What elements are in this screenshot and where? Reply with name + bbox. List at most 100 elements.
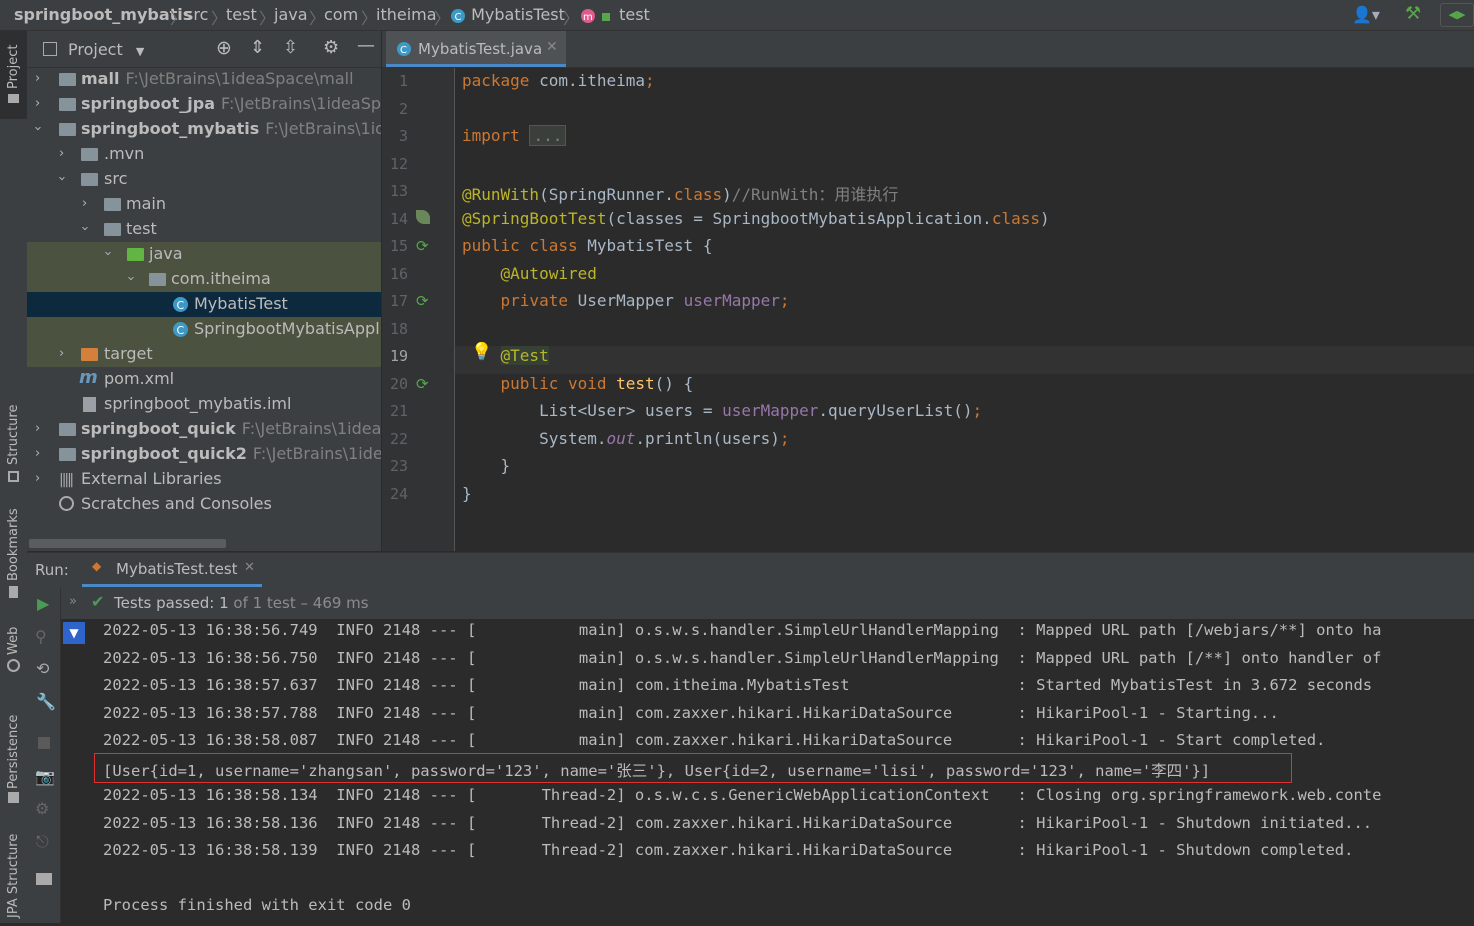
test-folder-icon	[127, 248, 144, 261]
tree-item-com-itheima[interactable]: › com.itheima	[27, 267, 381, 292]
tree-item-springboot-quick2[interactable]: › springboot_quick2 F:\JetBrains\1ideaSpa	[27, 442, 381, 467]
expand-all-icon[interactable]: ⇕	[250, 37, 265, 58]
chevron-right-icon[interactable]: ›	[35, 471, 40, 486]
chevron-right-icon[interactable]: ›	[82, 196, 87, 211]
iml-file-icon	[83, 397, 96, 412]
chevron-down-icon[interactable]: ›	[100, 251, 115, 256]
chevron-down-icon[interactable]: ›	[30, 126, 45, 131]
tab-persistence[interactable]: Persistence	[0, 699, 27, 809]
tree-item-label: SpringbootMybatisApplic	[194, 319, 381, 338]
expand-icon[interactable]: »	[69, 594, 77, 609]
tab-web-label: Web	[6, 626, 21, 655]
tree-item-iml[interactable]: springboot_mybatis.iml	[27, 392, 381, 417]
run-test-icon[interactable]: ⟳	[416, 237, 429, 255]
run-config-icon[interactable]: ◀▶	[1440, 3, 1474, 27]
autowired-bean-icon[interactable]: ⟳	[416, 292, 429, 310]
tree-item-pom-xml[interactable]: m pom.xml	[27, 367, 381, 392]
tab-bookmarks[interactable]: Bookmarks	[0, 508, 27, 609]
test-status-text: Tests passed: 1 of 1 test – 469 ms	[114, 594, 369, 612]
run-test-icon[interactable]: ⟳	[416, 375, 429, 393]
tree-item-main[interactable]: › main	[27, 192, 381, 217]
tree-item-springboot-mybatis[interactable]: › springboot_mybatis F:\JetBrains\1ideaSp	[27, 117, 381, 142]
breadcrumb-java[interactable]: java	[274, 5, 308, 24]
tab-structure[interactable]: Structure	[0, 401, 27, 491]
chevron-right-icon[interactable]: ›	[35, 421, 40, 436]
layout-icon[interactable]	[36, 873, 52, 885]
svg-text:C: C	[177, 299, 185, 312]
chevron-right-icon[interactable]: ›	[59, 146, 64, 161]
console-line: 2022-05-13 16:38:58.139 INFO 2148 --- [ …	[103, 841, 1354, 859]
svg-text:C: C	[455, 12, 462, 23]
rerun-failed-icon[interactable]: ⟲	[36, 659, 49, 678]
tree-item-target[interactable]: › target	[27, 342, 381, 367]
tree-item-mall[interactable]: › mall F:\JetBrains\1ideaSpace\mall	[27, 67, 381, 92]
close-icon[interactable]: ✕	[244, 560, 255, 575]
run-tab-mybatistest[interactable]: ◆ MybatisTest.test ✕	[82, 553, 262, 587]
chevron-down-icon[interactable]: ›	[123, 276, 138, 281]
tab-web[interactable]: Web	[0, 621, 27, 676]
tree-item-test[interactable]: › test	[27, 217, 381, 242]
tree-item-scratches[interactable]: Scratches and Consoles	[27, 492, 381, 517]
tree-item-label: src	[104, 169, 128, 188]
console-output[interactable]: 2022-05-13 16:38:56.749 INFO 2148 --- [ …	[87, 619, 1474, 923]
code-line-17: private UserMapper userMapper;	[500, 291, 790, 310]
breadcrumb-test[interactable]: test	[226, 5, 257, 24]
build-hammer-icon[interactable]: ⚒	[1405, 3, 1421, 24]
horizontal-scrollbar[interactable]	[29, 539, 226, 548]
wrench-icon[interactable]: 🔧	[36, 692, 56, 711]
chevron-right-icon[interactable]: ›	[35, 71, 40, 86]
debug-settings-icon[interactable]: ⚙	[35, 799, 49, 818]
locate-file-icon[interactable]: ⊕	[216, 37, 232, 59]
breadcrumb-method[interactable]: m test	[580, 5, 650, 24]
tab-persistence-label: Persistence	[6, 714, 21, 789]
collapse-all-icon[interactable]: ⇳	[283, 37, 298, 58]
tree-item-mybatistest[interactable]: C MybatisTest	[27, 292, 381, 317]
chevron-right-icon[interactable]: ›	[59, 346, 64, 361]
tree-item-external-libraries[interactable]: › |||‖ External Libraries	[27, 467, 381, 492]
library-icon: |||‖	[59, 472, 74, 488]
gear-icon[interactable]: ⚙	[323, 37, 339, 58]
scratches-icon	[59, 496, 74, 511]
tab-bookmarks-label: Bookmarks	[6, 508, 21, 581]
project-view-selector[interactable]: Project ▼	[68, 40, 144, 59]
tab-jpa-structure[interactable]: JPA Structure	[0, 816, 27, 926]
status-suffix: of 1 test – 469 ms	[233, 594, 369, 612]
code-line-14: @SpringBootTest(classes = SpringbootMyba…	[462, 209, 1050, 228]
breadcrumb-springboot-mybatis[interactable]: springboot_mybatis	[14, 5, 192, 24]
tree-item-label: springboot_jpa	[81, 94, 216, 113]
tree-item-java[interactable]: › java	[27, 242, 381, 267]
tab-mybatistest-java[interactable]: C MybatisTest.java ✕	[386, 31, 566, 67]
chevron-down-icon[interactable]: ›	[77, 226, 92, 231]
tree-item-path: F:\JetBrains\1ideaSp	[265, 119, 381, 138]
exit-icon[interactable]: ⎋	[36, 832, 49, 852]
chevron-down-icon[interactable]: ▼	[63, 622, 85, 644]
stop-icon[interactable]	[38, 737, 50, 749]
tree-item-mvn[interactable]: › .mvn	[27, 142, 381, 167]
tree-item-springboot-jpa[interactable]: › springboot_jpa F:\JetBrains\1ideaSpace\	[27, 92, 381, 117]
user-account-icon[interactable]: 👤▾	[1352, 5, 1380, 24]
close-icon[interactable]: ✕	[546, 39, 558, 55]
chevron-down-icon[interactable]: ›	[54, 176, 69, 181]
tree-item-label: springboot_quick	[81, 419, 236, 438]
tree-item-springboot-quick[interactable]: › springboot_quick F:\JetBrains\1ideaSpac	[27, 417, 381, 442]
tab-project[interactable]: Project	[0, 31, 27, 119]
spring-bean-icon[interactable]	[416, 210, 430, 224]
hide-panel-icon[interactable]: —	[357, 35, 375, 56]
code-editor[interactable]: package com.itheima; import ... @RunWith…	[455, 68, 1474, 551]
breadcrumb-com[interactable]: com	[324, 5, 358, 24]
line-number: 14	[389, 210, 408, 228]
run-label: Run:	[35, 561, 69, 579]
tree-item-springbootmybatisapplication[interactable]: C SpringbootMybatisApplic	[27, 317, 381, 342]
chevron-right-icon[interactable]: ›	[35, 96, 40, 111]
tree-item-src[interactable]: › src	[27, 167, 381, 192]
line-number: 13	[389, 182, 408, 200]
tree-item-label: main	[126, 194, 166, 213]
tab-label: MybatisTest.java	[418, 40, 543, 58]
breadcrumb-itheima[interactable]: itheima	[376, 5, 437, 24]
breadcrumb-src[interactable]: src	[185, 5, 208, 24]
toggle-passed-icon[interactable]: ⚲	[35, 627, 47, 646]
breadcrumb-class[interactable]: C MybatisTest	[450, 5, 565, 24]
chevron-right-icon[interactable]: ›	[35, 446, 40, 461]
rerun-icon[interactable]: ▶	[37, 594, 49, 613]
camera-icon[interactable]: 📷	[35, 767, 55, 786]
